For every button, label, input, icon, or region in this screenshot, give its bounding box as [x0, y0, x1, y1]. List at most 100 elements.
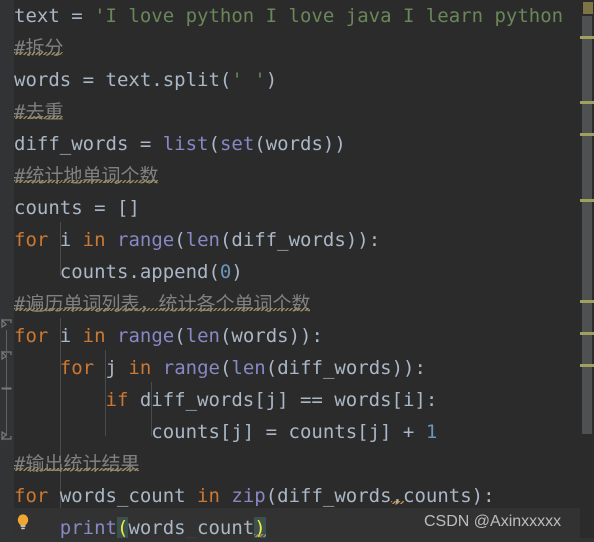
token-comment: #去重 [14, 101, 64, 123]
token-builtin-len: len [185, 325, 220, 347]
lightbulb-icon[interactable] [14, 512, 32, 532]
marker-warning[interactable] [580, 101, 594, 104]
code-line-10[interactable]: #遍历单词列表，统计各个单词个数 [14, 288, 310, 320]
token-builtin-range: range [162, 357, 220, 379]
scrollbar-thumb[interactable] [582, 16, 592, 434]
token-paren: ) [231, 261, 243, 283]
watermark: CSDN @Axinxxxxx [424, 513, 562, 530]
code-text-area[interactable]: text = 'I love python I love java I lear… [14, 0, 580, 542]
token-identifier: words [14, 69, 72, 91]
code-line-15[interactable]: #输出统计结果 [14, 448, 139, 480]
token-keyword-in: in [82, 229, 106, 251]
code-line-3[interactable]: words = text.split(' ') [14, 64, 277, 96]
token-paren: ( [174, 229, 186, 251]
token-comment: #遍历单词列表，统计各个单词个数 [14, 293, 311, 315]
token-comma-warning: , [391, 485, 404, 507]
code-line-6[interactable]: #统计地单词个数 [14, 160, 158, 192]
code-line-13[interactable]: if diff_words[j] == words[i]: [14, 384, 438, 416]
token-keyword-for: for [14, 325, 49, 347]
token-operator: = [71, 69, 106, 91]
token-keyword-for: for [59, 357, 95, 379]
token-comment: #输出统计结果 [14, 453, 140, 475]
marker-warning[interactable] [580, 133, 594, 136]
token-operator: = [128, 133, 163, 155]
token-keyword-for: for [14, 229, 49, 251]
fold-marker-if-end[interactable] [0, 428, 13, 441]
token-identifier: words_count [128, 517, 255, 539]
code-line-7[interactable]: counts = [] [14, 192, 140, 224]
token-identifier: (diff_words)): [265, 357, 426, 379]
token-matching-paren-open: ( [116, 517, 129, 539]
token-expression: counts[j] = counts[j] + [14, 421, 426, 443]
bottom-strip [0, 538, 594, 542]
token-builtin-range: range [117, 229, 175, 251]
token-keyword-if: if [105, 389, 129, 411]
token-identifier: text [105, 69, 152, 91]
token-identifier: (diff_words [265, 485, 392, 507]
token-builtin-range: range [117, 325, 175, 347]
token-matching-paren-close: ) [254, 517, 266, 539]
code-line-12[interactable]: for j in range(len(diff_words)): [14, 352, 426, 384]
token-builtin-print: print [59, 517, 117, 539]
marker-warning[interactable] [580, 199, 594, 202]
token-method-call: .split( [151, 69, 232, 91]
token-method-call: counts.append( [14, 261, 220, 283]
token-identifier: (diff_words)): [219, 229, 381, 251]
token-paren: ) [265, 69, 278, 91]
token-identifier: counts): [403, 485, 495, 507]
marker-warning[interactable] [580, 36, 594, 39]
token-identifier: text [14, 5, 60, 27]
token-operator: = [] [82, 197, 140, 219]
token-builtin: set [219, 133, 255, 155]
code-line-4[interactable]: #去重 [14, 96, 63, 128]
code-line-5[interactable]: diff_words = list(set(words)) [14, 128, 346, 160]
token-paren: ( [208, 133, 220, 155]
marker-warning[interactable] [580, 300, 594, 303]
token-builtin: list [162, 133, 209, 155]
code-line-11[interactable]: for i in range(len(words)): [14, 320, 323, 352]
token-identifier: j [94, 357, 129, 379]
token-identifier: diff_words [14, 133, 129, 155]
token-identifier: (words)): [219, 325, 323, 347]
token-keyword-for: for [14, 485, 49, 507]
token-builtin-len: len [185, 229, 220, 251]
token-string: ' ' [231, 69, 266, 91]
fold-gutter[interactable] [0, 0, 14, 542]
token-number: 1 [425, 421, 438, 443]
token-string: 'I love python I love java I learn pytho… [94, 5, 564, 27]
token-paren: ( [219, 357, 232, 379]
token-comment: #拆分 [14, 37, 64, 59]
code-line-8[interactable]: for i in range(len(diff_words)): [14, 224, 380, 256]
token-builtin-zip: zip [231, 485, 266, 507]
fold-marker-if[interactable] [0, 382, 13, 395]
token-operator: = [59, 5, 95, 27]
marker-warning[interactable] [580, 364, 594, 367]
code-line-1[interactable]: text = 'I love python I love java I lear… [14, 0, 563, 32]
code-line-16[interactable]: for words_count in zip(diff_words,counts… [14, 480, 495, 512]
token-expression: diff_words[j] == words[i]: [128, 389, 438, 411]
token-identifier: i [48, 229, 83, 251]
token-builtin-len: len [231, 357, 266, 379]
token-identifier: counts [14, 197, 83, 219]
marker-error[interactable] [583, 2, 593, 14]
token-identifier: words_count [48, 485, 198, 507]
token-keyword-in: in [128, 357, 152, 379]
code-line-9[interactable]: counts.append(0) [14, 256, 243, 288]
token-identifier: i [48, 325, 83, 347]
marker-warning[interactable] [580, 332, 594, 335]
token-identifier: (words)) [254, 133, 346, 155]
token-keyword-in: in [197, 485, 220, 507]
code-line-14[interactable]: counts[j] = counts[j] + 1 [14, 416, 437, 448]
token-keyword-in: in [82, 325, 106, 347]
token-comment: #统计地单词个数 [14, 165, 159, 187]
token-number: 0 [219, 261, 232, 283]
code-editor[interactable]: text = 'I love python I love java I lear… [0, 0, 594, 542]
token-paren: ( [174, 325, 186, 347]
code-line-2[interactable]: #拆分 [14, 32, 63, 64]
